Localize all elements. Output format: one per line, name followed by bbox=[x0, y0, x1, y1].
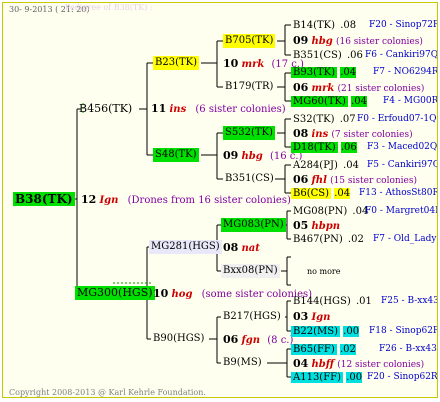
breeder-code: F0 - Margret04R bbox=[365, 206, 438, 216]
queen-gen1-dam[interactable]: B456(TK) bbox=[77, 102, 134, 116]
queen-gen4[interactable]: S32(TK) bbox=[291, 114, 337, 125]
breeder-code: F25 - B-xx43 bbox=[381, 296, 438, 306]
gen4-drone-label: 06 mrk (21 sister colonies) bbox=[293, 81, 425, 94]
gen4-row: S32(TK) .07 bbox=[291, 114, 356, 125]
queen-gen4[interactable]: B22(MS) bbox=[291, 326, 340, 337]
breeder-code: F7 - NO6294R bbox=[373, 67, 438, 77]
gen4-row: B467(PN) .02 bbox=[291, 234, 364, 245]
breeder-code: F18 - Sinop62R bbox=[369, 326, 438, 336]
gen4-row: A284(PJ) .04 bbox=[291, 160, 359, 171]
queen-gen3[interactable]: S532(TK) bbox=[223, 126, 275, 140]
queen-gen4[interactable]: A113(FF) bbox=[291, 372, 343, 383]
queen-gen4[interactable]: B467(PN) bbox=[291, 234, 345, 245]
queen-gen4[interactable]: B144(HGS) bbox=[291, 296, 353, 307]
gen4-row: B65(FF) .02 bbox=[291, 344, 356, 355]
gen4-row: B14(TK) .08 bbox=[291, 20, 357, 31]
queen-gen4[interactable]: D18(TK) bbox=[291, 142, 338, 153]
queen-gen3[interactable]: B705(TK) bbox=[223, 34, 276, 48]
breeder-code: F20 - Sinop62R bbox=[367, 372, 438, 382]
chart-title: Pedigree of B38(TK) : bbox=[65, 3, 153, 12]
queen-gen4[interactable]: MG08(PN) bbox=[291, 206, 349, 217]
drones-origin: Ign bbox=[99, 195, 119, 206]
queen-gen3[interactable]: B217(HGS) bbox=[221, 310, 283, 324]
gen4-row: MG60(TK) .04 bbox=[291, 96, 367, 107]
gen3-drone-label: 08 nat bbox=[223, 241, 260, 254]
gen4-row: MG08(PN) .04 bbox=[291, 206, 369, 217]
no-more-label: no more bbox=[307, 267, 341, 276]
gen4-drone-label: 09 hbg (16 sister colonies) bbox=[293, 34, 423, 47]
queen-gen2[interactable]: MG281(HGS) bbox=[149, 240, 222, 254]
gen4-row: B144(HGS) .01 bbox=[291, 296, 372, 307]
queen-gen3[interactable]: Bxx08(PN) bbox=[221, 264, 280, 278]
drones-count: 12 bbox=[81, 193, 97, 206]
gen1-dam-label: 11 ins (6 sister colonies) bbox=[151, 102, 286, 115]
queen-gen2[interactable]: B90(HGS) bbox=[151, 332, 206, 346]
copyright-footer: Copyright 2008-2013 @ Karl Kehrle Founda… bbox=[9, 388, 206, 397]
gen4-drone-label: 06 fhl (15 sister colonies) bbox=[293, 173, 417, 186]
queen-gen4[interactable]: B351(CS) bbox=[291, 50, 344, 61]
queen-gen1-sire[interactable]: MG300(HGS) bbox=[75, 286, 155, 300]
queen-gen2[interactable]: B23(TK) bbox=[153, 56, 200, 70]
breeder-code: F6 - Cankiri97Q bbox=[365, 50, 438, 60]
breeder-code: F3 - Maced02Q bbox=[367, 142, 438, 152]
queen-gen4[interactable]: B6(CS) bbox=[291, 188, 332, 199]
queen-gen3[interactable]: B9(MS) bbox=[221, 356, 264, 370]
gen4-row: B351(CS) .06 bbox=[291, 50, 363, 61]
breeder-code: F20 - Sinop72R bbox=[369, 20, 438, 30]
gen4-row: B22(MS) .00 bbox=[291, 326, 360, 337]
gen4-row: A113(FF) .00 bbox=[291, 372, 363, 383]
queen-gen2[interactable]: S48(TK) bbox=[153, 148, 199, 162]
breeder-code: F13 - AthosSt80R bbox=[359, 188, 438, 198]
gen4-drone-label: 08 ins (7 sister colonies) bbox=[293, 127, 413, 140]
gen4-drone-label: 05 hbpn bbox=[293, 219, 341, 232]
gen4-drone-label: 03 Ign bbox=[293, 310, 331, 323]
drones-label: 12 Ign (Drones from 16 sister colonies) bbox=[81, 193, 291, 207]
breeder-code: F5 - Cankiri97Q bbox=[367, 160, 438, 170]
queen-gen3[interactable]: B351(CS) bbox=[223, 172, 276, 186]
gen3-drone-label: 06 fgn (8 c.) bbox=[223, 333, 294, 346]
queen-gen3[interactable]: MG083(PN) bbox=[221, 218, 286, 232]
queen-gen4[interactable]: A284(PJ) bbox=[291, 160, 340, 171]
gen1-sire-label: 10 hog (some sister colonies) bbox=[153, 287, 313, 300]
queen-gen4[interactable]: B65(FF) bbox=[291, 344, 337, 355]
gen4-drone-label: 04 hbff (12 sister colonies) bbox=[293, 357, 425, 370]
queen-gen3[interactable]: B179(TR) bbox=[223, 80, 275, 94]
gen4-row: B93(TK) .04 bbox=[291, 67, 357, 78]
root-queen[interactable]: B38(TK) bbox=[13, 192, 75, 206]
breeder-code: F7 - Old_Lady bbox=[373, 234, 437, 244]
breeder-code: F4 - MG00R bbox=[383, 96, 438, 106]
drones-note: (Drones from 16 sister colonies) bbox=[127, 195, 291, 206]
breeder-code: F26 - B-xx43 bbox=[379, 344, 437, 354]
gen4-row: B6(CS) .04 bbox=[291, 188, 351, 199]
gen4-row: D18(TK) .06 bbox=[291, 142, 357, 153]
queen-gen4[interactable]: B14(TK) bbox=[291, 20, 337, 31]
queen-gen4[interactable]: MG60(TK) bbox=[291, 96, 348, 107]
breeder-code: F0 - Erfoud07-1Q bbox=[357, 114, 437, 124]
queen-gen4[interactable]: B93(TK) bbox=[291, 67, 338, 78]
pedigree-chart: 30- 9-2013 ( 21: 20) Pedigree of B38(TK)… bbox=[2, 2, 438, 398]
